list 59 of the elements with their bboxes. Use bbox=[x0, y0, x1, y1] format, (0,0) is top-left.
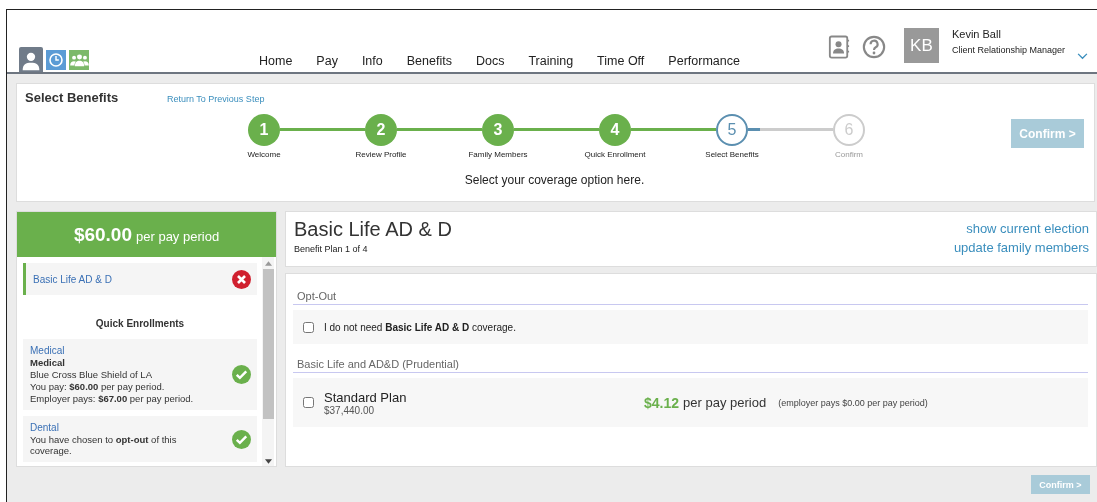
step-label: Family Members bbox=[467, 150, 529, 159]
opt-out-label: I do not need Basic Life AD & D coverage. bbox=[324, 321, 516, 333]
step-circle[interactable]: 4 bbox=[599, 114, 631, 146]
nav-link[interactable]: Performance bbox=[656, 54, 752, 68]
plan-link[interactable]: update family members bbox=[953, 240, 1089, 255]
total-label: per pay period bbox=[136, 228, 220, 244]
nav-link[interactable]: Pay bbox=[304, 54, 350, 68]
nav-link[interactable]: Training bbox=[516, 54, 586, 68]
employer-note: (employer pays $0.00 per pay period) bbox=[778, 397, 928, 408]
nav-link[interactable]: Benefits bbox=[394, 54, 464, 68]
enrollment-text: Employer pays: $67.00 per pay period. bbox=[30, 393, 194, 404]
scroll-down-icon[interactable] bbox=[264, 459, 272, 464]
step-label: Quick Enrollment bbox=[583, 150, 647, 159]
enrollment-text: You pay: $60.00 per pay period. bbox=[30, 381, 166, 392]
nav-link[interactable]: Home bbox=[247, 54, 305, 68]
checkbox[interactable] bbox=[303, 321, 314, 333]
address-book-icon[interactable] bbox=[827, 35, 850, 59]
people-icon[interactable] bbox=[69, 50, 89, 70]
user-name: Kevin Ball bbox=[951, 28, 1002, 40]
price-label: per pay period bbox=[683, 395, 767, 410]
nav-link[interactable]: Docs bbox=[463, 54, 517, 68]
total-amount: $60.00 bbox=[73, 223, 132, 246]
scrollbar[interactable] bbox=[262, 257, 274, 466]
instruction-text: Select your coverage option here. bbox=[463, 173, 646, 187]
step-label: Select Benefits bbox=[704, 150, 760, 159]
plan-subtitle: Benefit Plan 1 of 4 bbox=[294, 244, 369, 254]
chevron-down-icon[interactable] bbox=[1077, 52, 1088, 60]
section-heading: Basic Life and AD&D (Prudential) bbox=[293, 358, 1088, 373]
step-label: Review Profile bbox=[354, 150, 408, 159]
section-heading: Quick Enrollments bbox=[94, 318, 186, 329]
enrollment-link[interactable]: Medical bbox=[30, 345, 194, 356]
plan-title: Basic Life AD & D bbox=[294, 218, 452, 241]
plan-link[interactable]: show current election bbox=[966, 221, 1089, 236]
enrollment-link[interactable]: Dental bbox=[30, 422, 220, 433]
plan-price: $4.12 bbox=[644, 394, 680, 411]
section-heading: Opt-Out bbox=[293, 290, 1088, 305]
enrollment-text: Medical bbox=[30, 357, 66, 368]
checkbox[interactable] bbox=[303, 397, 314, 408]
nav-link[interactable]: Time Off bbox=[585, 54, 657, 68]
enrollment-text: You have chosen to opt-out of this coverage. bbox=[30, 434, 178, 456]
user-avatar[interactable]: KB bbox=[903, 28, 939, 63]
nav-link[interactable]: Info bbox=[349, 54, 395, 68]
step-label: Welcome bbox=[246, 150, 282, 159]
return-link[interactable]: Return To Previous Step bbox=[167, 94, 265, 104]
step-label: Confirm bbox=[834, 150, 864, 159]
sidebar-item[interactable]: Basic Life AD & D bbox=[23, 263, 257, 295]
user-role: Client Relationship Manager bbox=[951, 45, 1065, 55]
plan-name: Standard Plan bbox=[324, 389, 408, 405]
step-circle[interactable]: 2 bbox=[365, 114, 397, 146]
step-circle[interactable]: 1 bbox=[248, 114, 280, 146]
clock-icon[interactable] bbox=[46, 50, 66, 70]
coverage-amount: $37,440.00 bbox=[324, 404, 376, 416]
step-circle[interactable]: 3 bbox=[482, 114, 514, 146]
help-icon[interactable] bbox=[861, 35, 886, 59]
enrollment-text: Blue Cross Blue Shield of LA bbox=[30, 369, 153, 380]
page-title: Select Benefits bbox=[25, 90, 120, 105]
scroll-up-icon[interactable] bbox=[264, 261, 272, 266]
person-icon[interactable] bbox=[19, 47, 43, 72]
step-circle[interactable]: 5 bbox=[716, 114, 748, 146]
